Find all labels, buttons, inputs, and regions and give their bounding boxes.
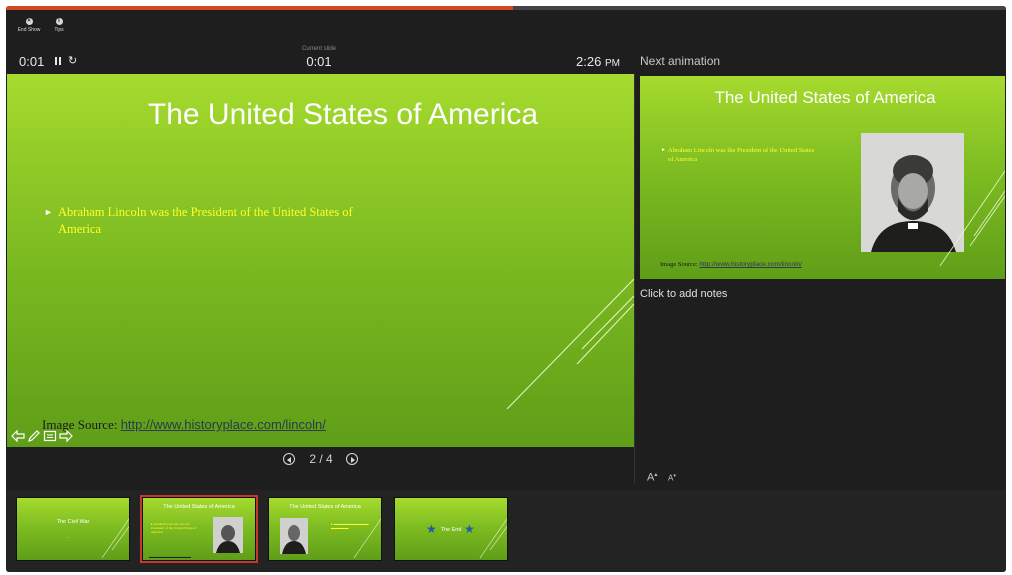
next-animation-label: Next animation — [640, 54, 721, 68]
clock: 2:26 PM — [576, 54, 620, 69]
next-slide-bullet-text: Abraham Lincoln was the President of the… — [668, 147, 815, 163]
speaker-notes[interactable]: Click to add notes — [640, 288, 727, 300]
end-show-button[interactable]: × End Show — [12, 18, 46, 33]
current-slide[interactable]: The United States of America ► Abraham L… — [7, 74, 634, 447]
thumbnail-title: The United States of America — [289, 504, 361, 510]
slide-thumbnail-4[interactable]: ★ The End ★ — [394, 497, 508, 561]
info-icon: i — [55, 18, 63, 25]
elapsed-timer: 0:01 — [19, 54, 45, 69]
image-source: Image Source: http://www.historyplace.co… — [42, 417, 326, 433]
panel-divider — [634, 74, 635, 484]
decrease-font-button[interactable]: A▾ — [668, 473, 676, 483]
page-indicator: 2 / 4 — [309, 452, 333, 466]
slide-title: The United States of America — [147, 98, 539, 131]
pause-icon[interactable] — [54, 57, 62, 65]
presenter-view-window: × End Show i Tips 0:01 ↻ Current slide 0… — [6, 6, 1006, 572]
next-slide-bullet: ► Abraham Lincoln was the President of t… — [661, 146, 818, 164]
next-slide-icon[interactable] — [346, 453, 358, 465]
lincoln-portrait — [861, 133, 964, 252]
slide-tools — [11, 429, 73, 447]
thumbnail-source: ▬▬▬▬▬▬▬▬▬▬▬▬ — [149, 555, 191, 559]
bullet-arrow-icon: ► — [661, 148, 666, 153]
bullet-arrow-icon: ► — [44, 207, 53, 217]
menu-icon[interactable] — [43, 429, 57, 443]
slide-thumbnail-1[interactable]: The Civil War … — [16, 497, 130, 561]
thumbnail-portrait — [213, 517, 243, 553]
next-slide-image-source-label: Image Source: — [660, 261, 700, 268]
close-icon: × — [25, 18, 33, 25]
next-slide-image-source: Image Source: http://www.historyplace.co… — [660, 261, 802, 268]
thumbnail-title: The United States of America — [163, 504, 235, 510]
clock-time: 2:26 — [576, 54, 602, 69]
thumbnail-title: The Civil War — [56, 519, 90, 525]
tips-button[interactable]: i Tips — [42, 18, 76, 33]
thumbnail-subtitle: … — [67, 535, 71, 539]
end-show-label: End Show — [17, 27, 41, 33]
slide-navigation: 2 / 4 — [6, 447, 634, 471]
slide-thumbnail-strip: The Civil War … The United States of Ame… — [6, 490, 1006, 572]
timer-bar: 0:01 ↻ Current slide 0:01 2:26 PM — [6, 46, 634, 74]
previous-slide-icon[interactable] — [283, 453, 295, 465]
clock-ampm: PM — [604, 58, 620, 69]
current-slide-timer: 0:01 — [306, 54, 332, 69]
next-arrow-icon[interactable] — [59, 429, 73, 443]
next-slide-title: The United States of America — [714, 88, 936, 107]
presenter-toolbar: × End Show i Tips — [6, 10, 1006, 46]
next-slide-image-source-link: http://www.historyplace.com/lincoln/ — [699, 261, 802, 268]
slide-bullet: ► Abraham Lincoln was the President of t… — [44, 204, 358, 238]
thumbnail-bullet: ▸ Abraham Lincoln was the President of t… — [151, 522, 197, 534]
thumbnail-portrait — [280, 518, 308, 554]
decorative-lines — [101, 518, 129, 559]
star-icon: ★ — [464, 522, 475, 536]
thumbnail-title: The End — [440, 527, 462, 533]
tips-label: Tips — [54, 27, 64, 33]
previous-arrow-icon[interactable] — [11, 429, 25, 443]
slide-thumbnail-2[interactable]: The United States of America ▸ Abraham L… — [140, 495, 258, 563]
reset-timer-icon[interactable]: ↻ — [68, 54, 77, 67]
slide-bullet-text: Abraham Lincoln was the President of the… — [58, 205, 353, 236]
slide-thumbnail-3[interactable]: The United States of America ▸ ▬▬▬▬▬▬▬▬▬… — [268, 497, 382, 561]
image-source-link[interactable]: http://www.historyplace.com/lincoln/ — [121, 417, 326, 432]
next-slide-preview: The United States of America ► Abraham L… — [640, 76, 1005, 279]
thumbnail-bullet: ▸ ▬▬▬▬▬▬▬▬▬▬ ▬▬▬▬▬ — [331, 522, 369, 530]
current-slide-label: Current slide — [301, 46, 336, 52]
increase-font-button[interactable]: A▴ — [647, 471, 657, 484]
pen-icon[interactable] — [27, 429, 41, 443]
